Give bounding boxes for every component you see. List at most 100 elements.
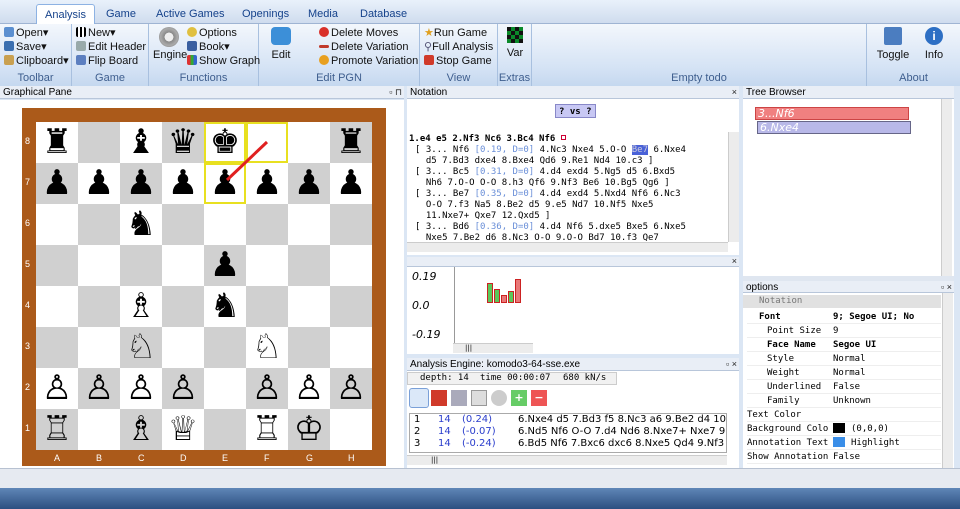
engine-stop-icon[interactable] (431, 390, 447, 406)
tab-analysis[interactable]: Analysis (36, 4, 95, 24)
book-button[interactable]: Book▾ (187, 41, 230, 54)
engine-button[interactable]: Engine (153, 27, 187, 62)
chess-piece[interactable]: ♜ (36, 122, 78, 163)
square[interactable] (78, 286, 120, 327)
square[interactable] (330, 409, 372, 450)
square[interactable] (162, 204, 204, 245)
square[interactable] (36, 204, 78, 245)
variation-line[interactable]: [ 3... Bd6 [0.36, D=0] 4.d4 Nf6 5.dxe5 B… (415, 222, 727, 233)
option-text-color[interactable]: Text Color (747, 408, 941, 422)
chess-piece[interactable]: ♟ (246, 163, 288, 204)
square[interactable] (78, 327, 120, 368)
square[interactable] (246, 245, 288, 286)
square[interactable] (120, 245, 162, 286)
variation-line[interactable]: [ 3... Be7 [0.35, D=0] 4.d4 exd4 5.Nxd4 … (415, 189, 727, 200)
options-section-header[interactable]: Notation (743, 295, 941, 308)
chess-piece[interactable]: ♙ (162, 368, 204, 409)
flip-board-button[interactable]: Flip Board (76, 55, 138, 68)
chess-piece[interactable]: ♟ (78, 163, 120, 204)
tab-active-games[interactable]: Active Games (148, 4, 232, 24)
tree-node[interactable]: 3...Nf6 (755, 107, 909, 120)
analysis-line[interactable]: 2 14 (-0.07) 6.Nd5 Nf6 O-O 7.d4 Nd6 8.Nxe7+… (410, 426, 726, 438)
option-row[interactable]: Point Size 9 (747, 324, 941, 338)
open-button[interactable]: Open▾ (4, 27, 48, 40)
square[interactable] (78, 122, 120, 163)
square[interactable] (288, 286, 330, 327)
close-icon[interactable]: × (732, 86, 737, 99)
square[interactable] (288, 327, 330, 368)
square[interactable] (36, 286, 78, 327)
chess-piece[interactable]: ♙ (78, 368, 120, 409)
chess-piece[interactable]: ♙ (288, 368, 330, 409)
engine-book-icon[interactable] (471, 390, 487, 406)
chess-piece[interactable]: ♛ (162, 122, 204, 163)
chess-piece[interactable]: ♔ (288, 409, 330, 450)
tree-node[interactable]: 6.Nxe4 (757, 121, 911, 134)
variation-line[interactable]: d5 7.Bd3 dxe4 8.Bxe4 Qd6 9.Re1 Nd4 10.c3… (415, 156, 727, 167)
variation-line[interactable]: O-O 7.f3 Na5 8.Be2 d5 9.e5 Nd7 10.Nf5 Nx… (415, 200, 727, 211)
square[interactable] (204, 204, 246, 245)
square[interactable] (246, 286, 288, 327)
chess-piece[interactable]: ♙ (120, 368, 162, 409)
chess-piece[interactable]: ♟ (120, 163, 162, 204)
chess-piece[interactable]: ♙ (330, 368, 372, 409)
square[interactable] (246, 122, 288, 163)
pin-icon[interactable]: ▫ ⊓ (389, 86, 402, 99)
tab-database[interactable]: Database (352, 4, 415, 24)
square[interactable] (204, 409, 246, 450)
chess-piece[interactable]: ♞ (120, 204, 162, 245)
promote-variation-button[interactable]: Promote Variation (319, 55, 418, 68)
var-button[interactable]: Var (503, 27, 527, 60)
remove-line-icon[interactable]: − (531, 390, 547, 406)
chess-piece[interactable]: ♕ (162, 409, 204, 450)
tab-openings[interactable]: Openings (234, 4, 297, 24)
square[interactable] (204, 368, 246, 409)
square[interactable] (78, 409, 120, 450)
edit-button[interactable]: Edit (267, 27, 295, 62)
square[interactable] (162, 245, 204, 286)
variation-line[interactable]: [ 3... Bc5 [0.31, D=0] 4.d4 exd4 5.Ng5 d… (415, 167, 727, 178)
show-graph-button[interactable]: Show Graph (187, 55, 260, 68)
toggle-button[interactable]: Toggle (875, 27, 911, 62)
graph-scrollbar[interactable]: ||| (453, 343, 533, 353)
square[interactable] (330, 204, 372, 245)
square[interactable] (246, 204, 288, 245)
save-button[interactable]: Save▾ (4, 41, 47, 54)
analysis-line[interactable]: 1 14 (0.24) 6.Nxe4 d5 7.Bd3 f5 8.Nc3 a6 9.B… (410, 414, 726, 426)
option-font[interactable]: Font 9; Segoe UI; No (747, 310, 941, 324)
engine-config-icon[interactable] (491, 390, 507, 406)
square[interactable] (162, 327, 204, 368)
chess-piece[interactable]: ♖ (36, 409, 78, 450)
chess-piece[interactable]: ♘ (120, 327, 162, 368)
info-button[interactable]: i Info (921, 27, 947, 62)
variation-line[interactable]: [ 3... Nf6 [0.19, D=0] 4.Nc3 Nxe4 5.O-O … (415, 145, 727, 156)
delete-moves-button[interactable]: Delete Moves (319, 27, 398, 40)
chess-piece[interactable]: ♜ (330, 122, 372, 163)
engine-settings-icon[interactable] (451, 390, 467, 406)
option-row[interactable]: Style Normal (747, 352, 941, 366)
chess-piece[interactable]: ♟ (162, 163, 204, 204)
variation-line[interactable]: 11.Nxe7+ Qxe7 12.Qxd5 ] (415, 211, 727, 222)
square[interactable] (36, 245, 78, 286)
chess-piece[interactable]: ♘ (246, 327, 288, 368)
chess-piece[interactable]: ♖ (246, 409, 288, 450)
delete-variation-button[interactable]: Delete Variation (319, 41, 408, 54)
chess-piece[interactable]: ♟ (36, 163, 78, 204)
chess-piece[interactable]: ♝ (120, 122, 162, 163)
option-annotation-text[interactable]: Annotation Text Highlight (747, 436, 941, 450)
option-show-annotation[interactable]: Show Annotation False (747, 450, 941, 464)
option-background-color[interactable]: Background Colo (0,0,0) (747, 422, 941, 436)
new-button[interactable]: New▾ (76, 27, 116, 40)
chess-piece[interactable]: ♗ (120, 409, 162, 450)
option-row[interactable]: Weight Normal (747, 366, 941, 380)
square[interactable] (36, 327, 78, 368)
chess-piece[interactable]: ♚ (204, 122, 246, 163)
variation-line[interactable]: Nh6 7.O-O O-O 8.h3 Qf6 9.Nf3 Be6 10.Bg5 … (415, 178, 727, 189)
edit-header-button[interactable]: Edit Header (76, 41, 146, 54)
option-row[interactable]: Family Unknown (747, 394, 941, 408)
square[interactable] (330, 327, 372, 368)
chess-piece[interactable]: ♟ (330, 163, 372, 204)
engine-start-icon[interactable] (409, 388, 429, 408)
square[interactable] (330, 245, 372, 286)
options-button[interactable]: Options (187, 27, 237, 40)
